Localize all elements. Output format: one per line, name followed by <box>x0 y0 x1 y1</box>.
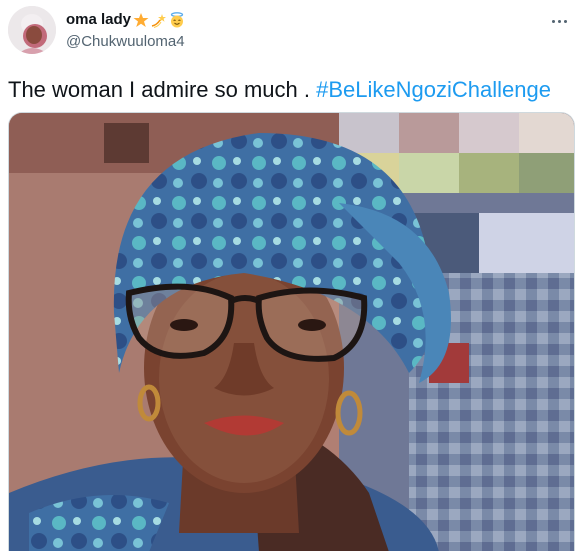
author-display-name[interactable]: oma lady <box>66 10 131 30</box>
dizzy-emoji-icon <box>151 14 167 28</box>
author-name-row[interactable]: oma lady <box>66 10 185 30</box>
selfie-photo <box>9 113 574 551</box>
tweet-card[interactable]: oma lady @Chukwuuloma4 The woman I admir… <box>0 0 578 551</box>
more-options-button[interactable] <box>548 12 570 30</box>
author-handle[interactable]: @Chukwuuloma4 <box>66 32 185 52</box>
profile-avatar[interactable] <box>8 6 56 54</box>
tweet-body-text: The woman I admire so much . <box>8 77 317 102</box>
tweet-text: The woman I admire so much . #BeLikeNgoz… <box>8 76 551 104</box>
hashtag-link[interactable]: #BeLikeNgoziChallenge <box>316 77 551 102</box>
angel-emoji-icon <box>170 12 184 28</box>
more-horizontal-icon <box>551 19 555 23</box>
star-emoji-icon <box>133 13 149 27</box>
tweet-media-photo[interactable] <box>8 112 575 551</box>
